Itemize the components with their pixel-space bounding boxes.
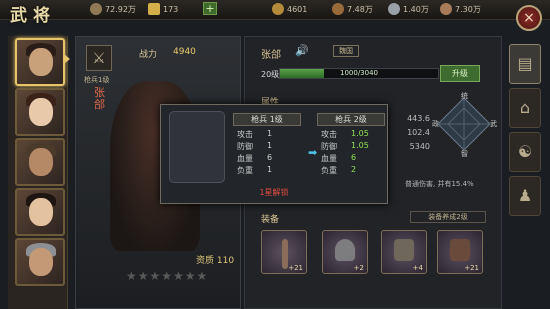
current-level-title: 枪兵 1级 (233, 113, 301, 126)
power-value: 4940 (173, 47, 196, 57)
pagoda-icon: ⌂ (519, 98, 531, 117)
xp-bar: 1000/3040 (279, 68, 439, 79)
xp-text: 1000/3040 (340, 69, 378, 77)
star-rating: ★★★★★★★ (126, 269, 209, 283)
tab-treasure[interactable]: ⌂ (509, 88, 541, 128)
avatar (29, 98, 53, 126)
equip-slot-boots[interactable]: +21 (437, 230, 483, 274)
radar-label: 政 (432, 119, 439, 128)
avatar (29, 48, 53, 76)
tab-soldiers[interactable]: ♟ (509, 176, 541, 216)
hero-portrait-1[interactable] (15, 38, 65, 86)
equipment-upgrade-link[interactable]: 装备养成2级 (410, 211, 486, 223)
resource-iron: 1.40万 (388, 3, 429, 15)
boots-icon (450, 239, 470, 261)
arrow-right-icon: ➡ (308, 146, 318, 159)
gold-icon (148, 3, 160, 15)
next-level-title: 枪兵 2级 (317, 113, 385, 126)
hero-portrait-2[interactable] (15, 88, 65, 136)
add-gold-button[interactable]: + (203, 2, 217, 15)
unit-placeholder-icon (169, 111, 225, 183)
resource-wood: 7.48万 (332, 3, 373, 15)
tab-tactics[interactable]: ☯ (509, 132, 541, 172)
avatar (29, 248, 53, 276)
radar-label: 统 (461, 92, 468, 100)
armor-icon (394, 239, 414, 261)
level-label: 20级 (261, 70, 280, 79)
scroll-icon: ▤ (517, 54, 533, 73)
radar-label: 智 (461, 149, 468, 157)
hero-list (8, 36, 68, 309)
passive-text: 普通伤害, 并有15.4% (405, 180, 474, 188)
equip-slot-armor[interactable]: +4 (381, 230, 427, 274)
tab-attributes[interactable]: ▤ (509, 44, 541, 84)
close-button[interactable]: × (516, 5, 542, 31)
hero-portrait-3[interactable] (15, 138, 65, 186)
equipment-label: 装备 (261, 215, 280, 225)
general-name: 张郃 (261, 50, 281, 61)
equip-slot-weapon[interactable]: +21 (261, 230, 307, 274)
wood-icon (332, 3, 344, 15)
faction-badge: 魏国 (333, 45, 359, 57)
crossed-swords-icon[interactable]: ⚔ (86, 45, 112, 71)
attribute-values: 443.6 102.4 5340 (407, 114, 430, 151)
top-bar: 武将 72.92万 173 + 4601 7.48万 1.40万 7.30万 (0, 0, 550, 26)
resource-copper: 72.92万 (90, 3, 136, 15)
hero-portrait-5[interactable] (15, 238, 65, 286)
iron-icon (388, 3, 400, 15)
power-label: 战力 (139, 50, 158, 60)
hero-portrait-4[interactable] (15, 188, 65, 236)
helmet-icon (335, 239, 355, 261)
yin-yang-icon: ☯ (517, 142, 533, 161)
equip-slot-helmet[interactable]: +2 (322, 230, 368, 274)
coin-icon (90, 3, 102, 15)
upgrade-button[interactable]: 升级 (440, 65, 480, 82)
avatar (29, 198, 53, 226)
grain-icon (272, 3, 284, 15)
speaker-icon[interactable]: 🔊 (295, 44, 309, 57)
current-level-card: 枪兵 1级 攻击 1 防御 1 血量 6 负重 1 (233, 113, 301, 183)
resource-grain: 4601 (272, 3, 307, 15)
spear-icon (282, 239, 288, 269)
troop-upgrade-tooltip: 枪兵 1级 攻击 1 防御 1 血量 6 负重 1 ➡ 枪兵 2级 攻击 1.05 防御 1… (160, 104, 388, 204)
unit-type-label: 枪兵1级 (84, 76, 110, 84)
radar-label: 武 (490, 119, 497, 128)
next-level-card: 枪兵 2级 攻击 1.05 防御 1.05 血量 6 负重 2 (317, 113, 385, 183)
page-title: 武将 (10, 6, 56, 26)
unlock-requirement: 1星解锁 (259, 188, 289, 197)
resource-stone: 7.30万 (440, 3, 481, 15)
stone-icon (440, 3, 452, 15)
attribute-radar: 统 武 智 政 (432, 92, 497, 157)
selection-arrow-icon (64, 54, 70, 64)
side-tabs: ▤ ⌂ ☯ ♟ (505, 36, 545, 309)
avatar (29, 148, 53, 176)
hero-name-vertical: 张郃 (94, 86, 105, 111)
soldier-icon: ♟ (517, 186, 533, 205)
quality: 资质 110 (196, 256, 235, 266)
resource-gold: 173 (148, 3, 178, 15)
